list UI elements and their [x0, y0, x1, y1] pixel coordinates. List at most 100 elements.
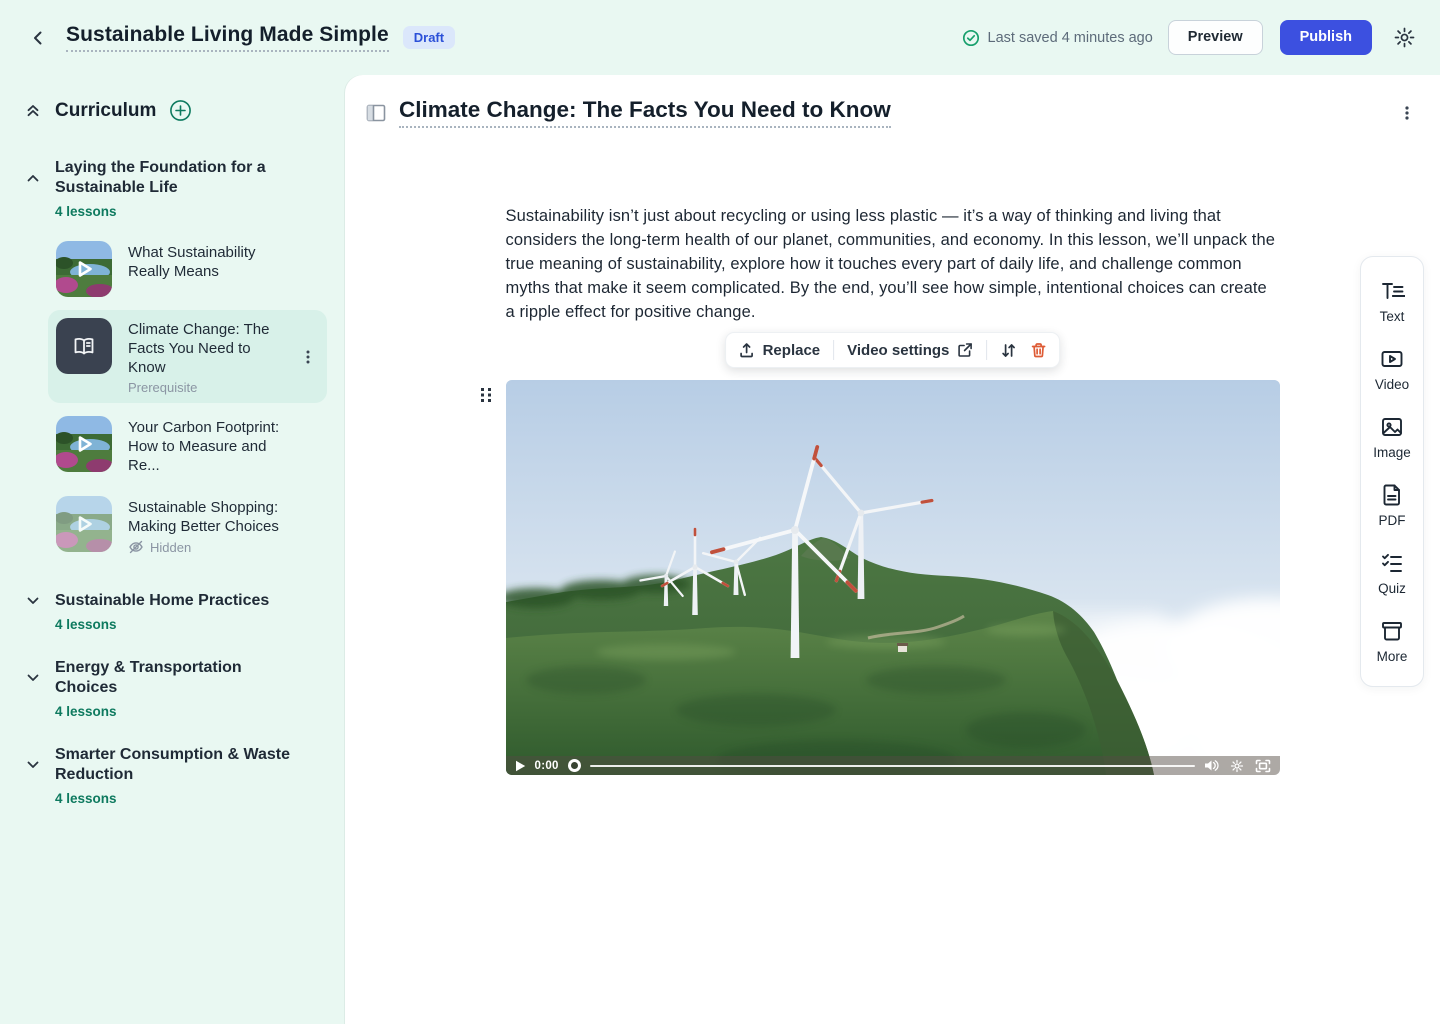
play-icon	[71, 431, 97, 457]
panel-icon	[366, 104, 386, 122]
gear-icon	[1393, 26, 1416, 49]
insert-pdf-label: PDF	[1379, 513, 1406, 528]
video-player[interactable]: 0:00	[506, 380, 1280, 775]
insert-pdf-button[interactable]: PDF	[1379, 483, 1406, 528]
lesson-item[interactable]: What Sustainability Really Means	[48, 233, 327, 305]
move-block-button[interactable]	[1000, 342, 1017, 359]
fullscreen-button[interactable]	[1255, 759, 1271, 773]
add-section-button[interactable]	[169, 99, 192, 122]
chevron-left-icon	[29, 29, 47, 47]
lesson-meta: Prerequisite	[128, 380, 281, 395]
insert-more-button[interactable]: More	[1377, 619, 1408, 664]
lesson-editor: Climate Change: The Facts You Need to Kn…	[345, 75, 1440, 1024]
video-thumbnail	[56, 416, 112, 472]
double-chevron-up-icon	[24, 102, 42, 120]
player-settings-button[interactable]	[1230, 759, 1244, 773]
sidebar-toggle-button[interactable]	[366, 104, 386, 122]
insert-image-label: Image	[1373, 445, 1411, 460]
lesson-title: Your Carbon Footprint: How to Measure an…	[128, 418, 300, 475]
pdf-file-icon	[1380, 483, 1404, 507]
lesson-header: Climate Change: The Facts You Need to Kn…	[345, 75, 1440, 128]
lesson-item-selected[interactable]: Climate Change: The Facts You Need to Kn…	[48, 310, 327, 403]
reading-lesson-icon	[56, 318, 112, 374]
chevron-down-icon	[24, 669, 42, 687]
image-icon	[1380, 415, 1404, 439]
volume-icon	[1204, 759, 1219, 772]
lesson-page-title[interactable]: Climate Change: The Facts You Need to Kn…	[399, 97, 891, 128]
curriculum-section: Smarter Consumption & Waste Reduction 4 …	[0, 745, 345, 806]
kebab-icon	[301, 349, 315, 365]
lesson-title: Sustainable Shopping: Making Better Choi…	[128, 498, 300, 536]
gear-icon	[1230, 759, 1244, 773]
kebab-icon	[1400, 104, 1414, 122]
plus-circle-icon	[169, 99, 192, 122]
collapse-all-button[interactable]	[24, 102, 42, 120]
toolbar-divider	[833, 340, 834, 360]
insert-video-button[interactable]: Video	[1375, 347, 1409, 392]
lesson-title: What Sustainability Really Means	[128, 243, 300, 281]
section-header[interactable]: Smarter Consumption & Waste Reduction	[0, 745, 345, 785]
top-bar: Sustainable Living Made Simple Draft Las…	[0, 0, 1440, 75]
text-icon	[1380, 279, 1405, 303]
book-open-icon	[70, 332, 98, 360]
section-lesson-count: 4 lessons	[55, 791, 345, 806]
lesson-options-button[interactable]	[1396, 100, 1418, 126]
curriculum-section: Sustainable Home Practices 4 lessons	[0, 591, 345, 632]
preview-button[interactable]: Preview	[1168, 20, 1263, 56]
grip-dots-icon	[480, 386, 492, 404]
last-saved-text: Last saved 4 minutes ago	[988, 30, 1153, 46]
seek-handle[interactable]	[568, 759, 581, 772]
volume-button[interactable]	[1204, 759, 1219, 772]
section-header[interactable]: Energy & Transportation Choices	[0, 658, 345, 698]
check-circle-icon	[962, 29, 980, 47]
status-badge: Draft	[403, 26, 455, 49]
topbar-actions: Last saved 4 minutes ago Preview Publish	[962, 20, 1416, 56]
delete-block-button[interactable]	[1030, 342, 1047, 359]
trash-icon	[1030, 342, 1047, 359]
replace-label: Replace	[763, 342, 821, 359]
video-block: Replace Video settings	[506, 380, 1280, 775]
section-title: Laying the Foundation for a Sustainable …	[55, 158, 305, 198]
play-icon	[515, 760, 526, 772]
play-button[interactable]	[515, 760, 526, 772]
eye-off-icon	[128, 539, 144, 555]
quiz-checklist-icon	[1380, 551, 1404, 575]
settings-button[interactable]	[1393, 26, 1416, 49]
insert-text-button[interactable]: Text	[1380, 279, 1405, 324]
video-control-bar: 0:00	[506, 756, 1280, 775]
section-header[interactable]: Laying the Foundation for a Sustainable …	[0, 158, 345, 198]
seek-track[interactable]	[590, 765, 1195, 767]
video-thumbnail	[56, 496, 112, 552]
insert-image-button[interactable]: Image	[1373, 415, 1411, 460]
section-header[interactable]: Sustainable Home Practices	[0, 591, 345, 611]
lesson-body-text[interactable]: Sustainability isn’t just about recyclin…	[506, 204, 1280, 324]
sort-arrows-icon	[1000, 342, 1017, 359]
back-button[interactable]	[24, 24, 52, 52]
insert-more-label: More	[1377, 649, 1408, 664]
curriculum-title: Curriculum	[55, 100, 156, 122]
replace-video-button[interactable]: Replace	[738, 342, 821, 359]
lesson-item-hidden[interactable]: Sustainable Shopping: Making Better Choi…	[48, 488, 327, 563]
section-lesson-count: 4 lessons	[55, 617, 345, 632]
lesson-menu-button[interactable]	[297, 345, 319, 369]
drag-handle[interactable]	[480, 386, 492, 404]
current-time: 0:00	[535, 760, 559, 772]
course-title[interactable]: Sustainable Living Made Simple	[66, 23, 389, 52]
lesson-item[interactable]: Your Carbon Footprint: How to Measure an…	[48, 408, 327, 483]
upload-icon	[738, 342, 755, 359]
insert-video-label: Video	[1375, 377, 1409, 392]
chevron-down-icon	[24, 756, 42, 774]
section-lesson-count: 4 lessons	[55, 704, 345, 719]
fullscreen-icon	[1255, 759, 1271, 773]
save-status: Last saved 4 minutes ago	[962, 29, 1153, 47]
video-frame-windfarm	[506, 380, 1280, 775]
play-icon	[71, 511, 97, 537]
insert-quiz-button[interactable]: Quiz	[1378, 551, 1406, 596]
external-link-icon	[957, 342, 973, 358]
curriculum-section: Energy & Transportation Choices 4 lesson…	[0, 658, 345, 719]
insert-quiz-label: Quiz	[1378, 581, 1406, 596]
publish-button[interactable]: Publish	[1280, 20, 1372, 56]
video-settings-button[interactable]: Video settings	[847, 342, 973, 359]
insert-element-toolbar: Text Video Image PDF Quiz More	[1360, 256, 1424, 687]
chevron-down-icon	[24, 592, 42, 610]
